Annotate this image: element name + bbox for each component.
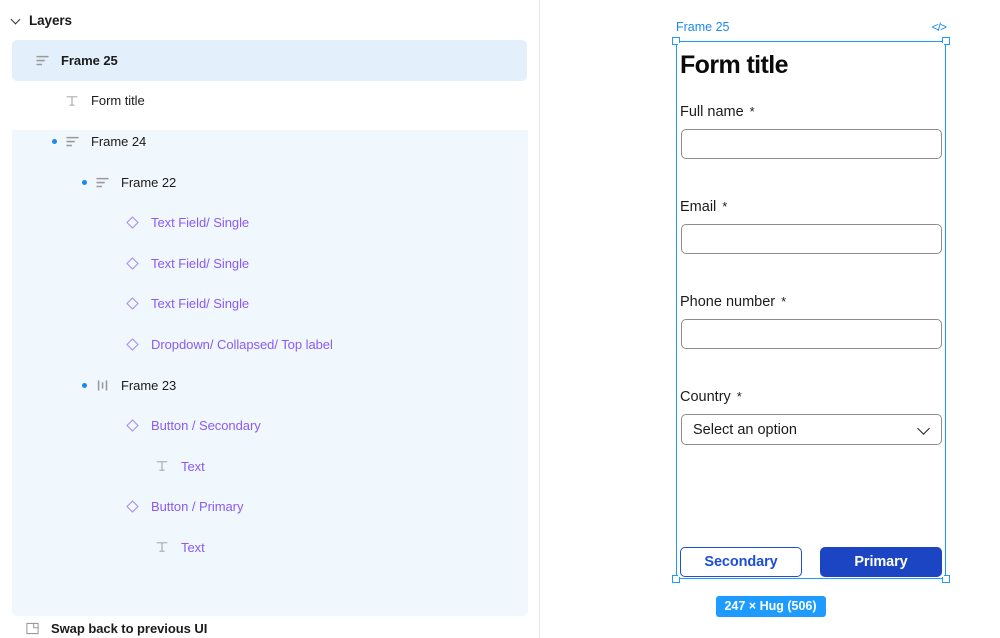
field-label: Email * [680,199,944,215]
form-field: Email * [678,199,944,294]
required-asterisk: * [749,104,755,119]
secondary-button[interactable]: Secondary [680,547,802,577]
layer-row-label: Button / Secondary [151,418,261,434]
layer-row-label: Text Field/ Single [151,296,250,312]
layer-tree: Frame 25 Form title Frame 24 Frame 22 Text F… [0,40,539,616]
text-icon [154,539,170,555]
layer-row[interactable]: Frame 23 [12,365,527,406]
frame-label-bar: Frame 25 </> [676,20,947,34]
text-icon [154,458,170,474]
field-label: Full name * [680,104,944,120]
text-icon [64,93,80,109]
expand-dot-placeholder [112,261,117,266]
layer-row-label: Dropdown/ Collapsed/ Top label [151,336,333,352]
expand-dot-placeholder [52,98,57,103]
form-field: Full name * [678,104,944,199]
field-label-text: Full name [680,104,744,120]
section-icon [24,621,40,637]
layer-row-label: Form title [91,93,145,109]
field-label-text: Email [680,199,717,215]
expand-dot-icon[interactable] [52,138,57,144]
component-instance-icon [124,255,140,271]
expand-dot-placeholder [112,504,117,509]
chevron-down-icon[interactable] [10,14,22,26]
text-input[interactable] [681,129,942,159]
layer-row[interactable]: Form title [12,81,527,122]
text-input[interactable] [681,319,942,349]
expand-dot-placeholder [112,342,117,347]
form-fields: Full name * Email * Phone number * Country * Sel… [678,104,944,485]
component-instance-icon [124,215,140,231]
layer-row-label: Text Field/ Single [151,215,250,231]
required-asterisk: * [736,389,742,404]
layer-row[interactable]: Text Field/ Single [12,284,527,325]
layer-row-label: Frame 25 [61,52,118,68]
expand-dot-placeholder [142,545,147,550]
size-badge: 247 × Hug (506) [715,596,826,617]
layer-row-label: Text Field/ Single [151,255,250,271]
expand-dot-placeholder [22,58,27,63]
figma-window: Layers Frame 25 Form title Frame 24 Frame 2… [0,0,1000,638]
expand-dot-placeholder [112,423,117,428]
layer-row-label: Text [181,458,205,474]
expand-dot-placeholder [142,464,147,469]
component-instance-icon [124,499,140,515]
layers-panel-header[interactable]: Layers [0,0,539,40]
auto-layout-vertical-icon [64,133,80,149]
form-field: Phone number * [678,294,944,389]
chevron-down-icon [918,423,931,436]
layer-row[interactable]: Dropdown/ Collapsed/ Top label [12,324,527,365]
expand-dot-placeholder [112,220,117,225]
expand-dot-placeholder [112,301,117,306]
layer-row[interactable]: Frame 24 [12,121,527,162]
required-asterisk: * [722,199,728,214]
canvas: Frame 25 </> Form title Full name * Email *… [541,0,1000,638]
layer-row[interactable]: Text [12,527,527,568]
form-buttons-row: Secondary Primary [680,547,942,577]
frame-name-label[interactable]: Frame 25 [676,20,730,34]
field-spacer [678,254,944,294]
panel-section-label: Swap back to previous UI [51,621,208,637]
layer-row-label: Frame 22 [121,174,177,190]
field-spacer [678,159,944,199]
field-label-text: Phone number [680,294,776,310]
form-frame: Form title Full name * Email * Phone number *… [678,43,944,577]
field-label: Country * [680,389,944,405]
field-label: Phone number * [680,294,944,310]
form-field: Country * Select an option [678,389,944,485]
layer-row-label: Frame 23 [121,377,177,393]
text-input[interactable] [681,224,942,254]
layer-row[interactable]: Text [12,446,527,487]
panel-title: Layers [29,12,72,28]
auto-layout-horizontal-icon [94,377,110,393]
code-brackets-icon[interactable]: </> [932,20,947,34]
required-asterisk: * [781,294,787,309]
component-instance-icon [124,418,140,434]
layer-row-label: Button / Primary [151,499,244,515]
expand-dot-icon[interactable] [82,382,87,388]
auto-layout-vertical-icon [94,174,110,190]
country-select[interactable]: Select an option [681,414,942,445]
layer-row-label: Text [181,539,205,555]
layer-row[interactable]: Frame 22 [12,162,527,203]
field-label-text: Country [680,389,731,405]
layer-row[interactable]: Button / Primary [12,487,527,528]
layer-row[interactable]: Text Field/ Single [12,202,527,243]
layer-row[interactable]: Frame 25 [12,40,527,81]
auto-layout-vertical-icon [34,52,50,68]
primary-button[interactable]: Primary [820,547,942,577]
select-value: Select an option [693,421,797,438]
layer-row[interactable]: Text Field/ Single [12,243,527,284]
layers-panel: Layers Frame 25 Form title Frame 24 Frame 2… [0,0,540,638]
layer-row-label: Frame 24 [91,133,147,149]
field-spacer [678,349,944,389]
expand-dot-icon[interactable] [82,179,87,185]
component-instance-icon [124,336,140,352]
field-spacer [678,445,944,485]
component-instance-icon [124,296,140,312]
form-title: Form title [680,51,789,79]
layer-row[interactable]: Button / Secondary [12,405,527,446]
